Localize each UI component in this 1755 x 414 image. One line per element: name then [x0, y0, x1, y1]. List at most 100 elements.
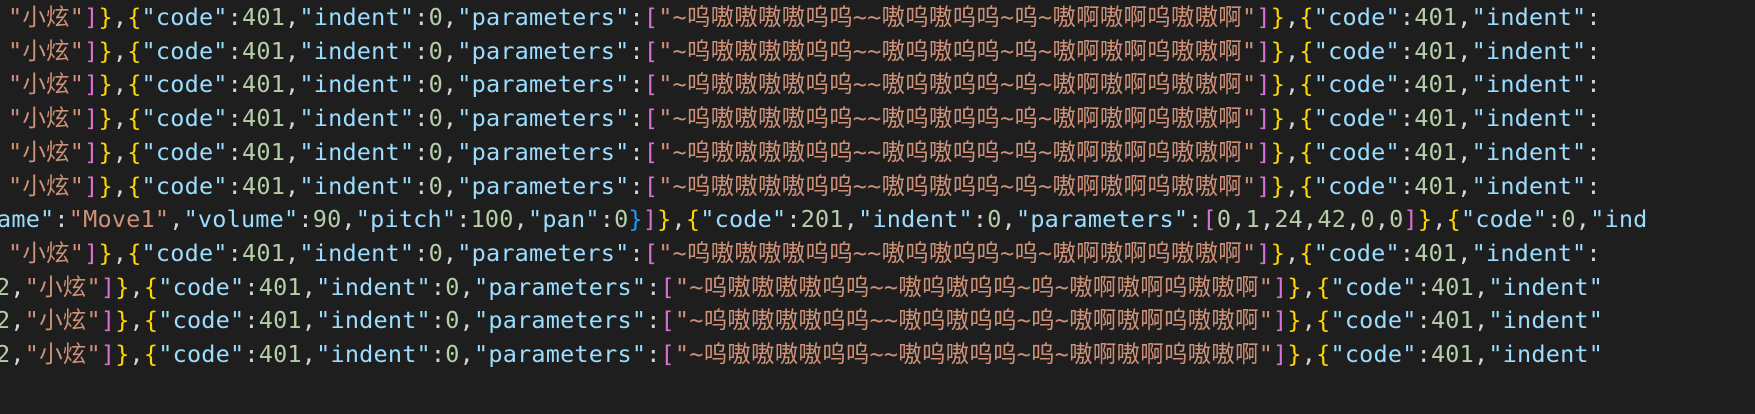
code-token-bracket: ] — [1273, 272, 1288, 301]
code-token-punct: , — [285, 36, 300, 65]
code-token-number: 0 — [1561, 205, 1576, 234]
code-token-brace: } — [1270, 70, 1286, 99]
code-token-punct: : — [1399, 137, 1415, 166]
code-token-punct: , — [129, 340, 144, 368]
code-line[interactable]: 2,"小炫"]},{"code":401,"indent":0,"paramet… — [0, 302, 1603, 339]
code-token-punct: : — [1586, 137, 1601, 166]
code-token-brace: { — [127, 36, 142, 65]
code-token-punct: , — [1285, 137, 1300, 166]
code-token-key: "code" — [141, 104, 228, 133]
code-token-punct: , — [1301, 306, 1317, 335]
code-token-string: "~呜嗷嗷嗷嗷呜呜~~嗷呜嗷呜呜~呜~嗷啊嗷啊呜嗷嗷啊" — [674, 272, 1274, 301]
code-token-punct: , — [1473, 306, 1489, 335]
code-token-punct: , — [112, 104, 128, 133]
code-token-string: "~呜嗷嗷嗷嗷呜呜~~嗷呜嗷呜呜~呜~嗷啊嗷啊呜嗷嗷啊" — [658, 171, 1257, 200]
code-token-number: 0 — [987, 205, 1002, 234]
code-token-number: 0 — [428, 36, 443, 65]
code-token-key: "code" — [141, 137, 228, 166]
code-token-punct: , — [1346, 205, 1361, 234]
code-token-number: 0 — [428, 238, 443, 267]
code-token-punct: , — [1001, 205, 1016, 234]
code-token-brace: } — [1287, 272, 1302, 301]
code-token-brace: } — [98, 36, 113, 65]
code-token-brace: { — [1299, 104, 1314, 133]
code-token-punct: : — [1586, 36, 1601, 65]
code-token-bracket: [ — [1202, 205, 1217, 234]
code-token-key: "code" — [700, 205, 787, 234]
code-token-punct: , — [1285, 238, 1300, 267]
code-line[interactable]: "小炫"]},{"code":401,"indent":0,"parameter… — [8, 66, 1601, 103]
code-line[interactable]: "小炫"]},{"code":401,"indent":0,"parameter… — [8, 235, 1601, 272]
code-line[interactable]: 2,"小炫"]},{"code":401,"indent":0,"paramet… — [0, 336, 1603, 373]
code-token-string: "~呜嗷嗷嗷嗷呜呜~~嗷呜嗷呜呜~呜~嗷啊嗷啊呜嗷嗷啊" — [658, 36, 1257, 65]
code-line[interactable]: "小炫"]},{"code":401,"indent":0,"parameter… — [8, 134, 1601, 171]
code-token-number: 401 — [1414, 171, 1458, 200]
code-token-key: "parameters" — [457, 70, 630, 99]
code-line[interactable]: "小炫"]},{"code":401,"indent":0,"parameter… — [8, 100, 1601, 137]
code-token-punct: : — [227, 137, 242, 166]
code-token-punct: , — [1285, 70, 1300, 99]
code-token-bracket: ] — [1256, 238, 1271, 267]
code-line[interactable]: 2,"小炫"]},{"code":401,"indent":0,"paramet… — [0, 269, 1603, 306]
code-token-punct: : — [1416, 306, 1431, 335]
code-token-key: "code" — [1313, 171, 1400, 200]
code-token-punct: , — [1473, 272, 1489, 301]
code-token-punct: , — [442, 70, 458, 99]
code-token-brace: } — [98, 171, 113, 200]
code-token-punct: : — [786, 205, 801, 234]
code-token-punct: : — [414, 238, 429, 267]
code-token-brace: { — [1299, 3, 1314, 31]
code-token-number: 42 — [1317, 205, 1347, 234]
code-token-punct: , — [442, 171, 458, 200]
code-token-key: "indent" — [299, 137, 415, 166]
code-token-punct: : — [1399, 171, 1415, 200]
code-token-key: "code" — [158, 340, 245, 368]
code-token-bracket: ] — [1273, 340, 1288, 368]
code-token-bracket: ] — [84, 70, 99, 99]
code-token-key: "code" — [141, 36, 228, 65]
code-token-punct: : — [629, 3, 644, 31]
code-token-key: "code" — [141, 70, 228, 99]
code-token-string: "小炫" — [8, 70, 85, 99]
code-token-brace: } — [1270, 238, 1286, 267]
code-token-punct: , — [285, 171, 300, 200]
code-token-punct: : — [646, 306, 661, 335]
code-token-punct: , — [459, 340, 474, 368]
code-token-bracket: ] — [84, 171, 99, 200]
code-token-punct: , — [1432, 205, 1447, 234]
code-token-number: 401 — [258, 272, 302, 301]
code-token-punct: : — [1188, 205, 1203, 234]
code-token-punct: : — [1399, 36, 1415, 65]
code-token-punct: , — [1231, 205, 1246, 234]
code-line[interactable]: ame":"Move1","volume":90,"pitch":100,"pa… — [0, 201, 1648, 238]
code-token-brace: } — [1270, 36, 1286, 65]
code-token-string: "~呜嗷嗷嗷嗷呜呜~~嗷呜嗷呜呜~呜~嗷啊嗷啊呜嗷嗷啊" — [658, 3, 1257, 31]
code-line[interactable]: "小炫"]},{"code":401,"indent":0,"parameter… — [8, 0, 1601, 36]
code-token-brace: { — [127, 70, 142, 99]
code-token-string: "~呜嗷嗷嗷嗷呜呜~~嗷呜嗷呜呜~呜~嗷啊嗷啊呜嗷嗷啊" — [658, 137, 1257, 166]
code-token-punct: , — [285, 3, 300, 31]
code-token-key: "indent" — [299, 238, 415, 267]
code-token-brace: { — [127, 238, 142, 267]
code-token-string: "~呜嗷嗷嗷嗷呜呜~~嗷呜嗷呜呜~呜~嗷啊嗷啊呜嗷嗷啊" — [658, 104, 1257, 133]
code-token-key: "indent" — [299, 70, 415, 99]
code-token-punct: , — [341, 205, 356, 234]
code-token-number: 2 — [0, 272, 11, 301]
code-token-punct: : — [629, 137, 644, 166]
code-token-number: 201 — [800, 205, 844, 234]
code-line[interactable]: "小炫"]},{"code":401,"indent":0,"parameter… — [8, 33, 1601, 70]
code-token-punct: , — [1374, 205, 1390, 234]
code-token-punct: , — [112, 171, 128, 200]
code-token-bracket: ] — [84, 137, 99, 166]
code-token-string: "小炫" — [8, 36, 85, 65]
code-line[interactable]: "小炫"]},{"code":401,"indent":0,"parameter… — [8, 168, 1601, 205]
code-token-key: "code" — [141, 238, 228, 267]
code-token-bracket2: } — [628, 205, 643, 234]
code-token-brace: { — [143, 306, 159, 335]
code-token-punct: , — [285, 238, 300, 267]
code-editor[interactable]: "小炫"]},{"code":401,"indent":0,"parameter… — [0, 0, 1755, 414]
code-token-number: 100 — [470, 205, 514, 234]
code-token-number: 0 — [1389, 205, 1404, 234]
code-token-key: "parameters" — [457, 238, 630, 267]
code-token-punct: , — [112, 36, 128, 65]
